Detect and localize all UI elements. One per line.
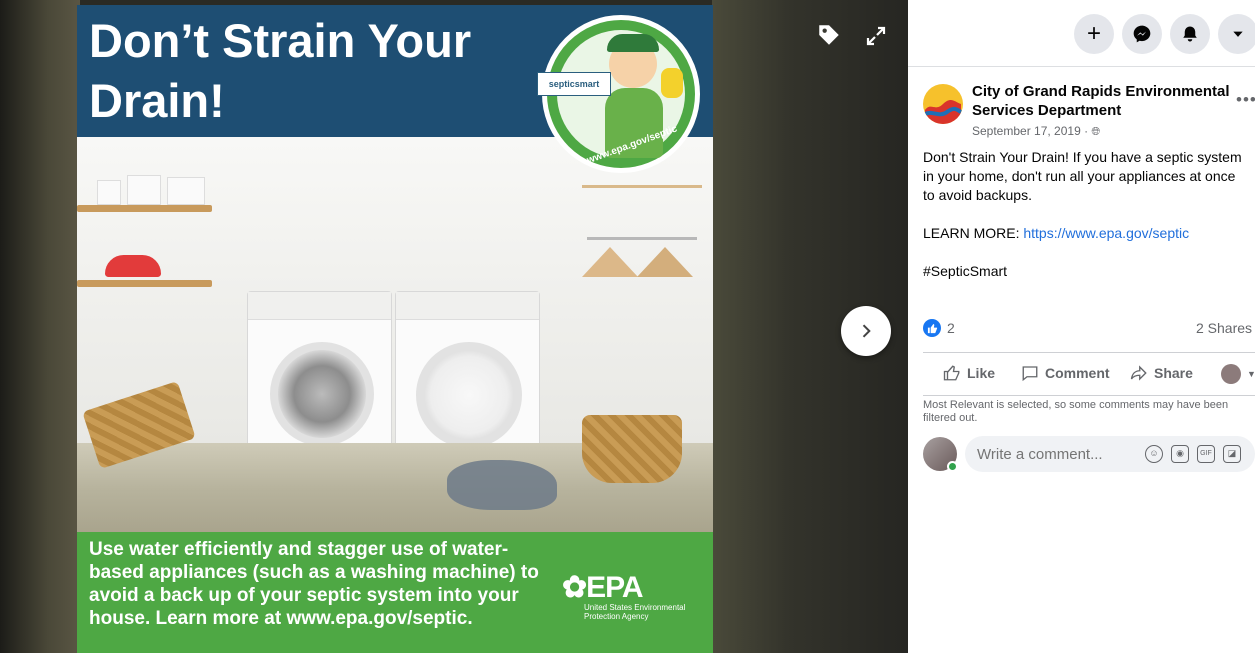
dryer-door xyxy=(416,342,522,448)
next-photo-button[interactable] xyxy=(841,306,891,356)
online-status-dot xyxy=(947,461,958,472)
post-timestamp[interactable]: September 17, 2019 · 🌐︎ xyxy=(972,123,1100,140)
storage-box xyxy=(97,180,121,205)
learn-more-label: LEARN MORE: xyxy=(923,225,1024,241)
caret-down-icon xyxy=(1233,31,1243,37)
page-avatar[interactable] xyxy=(923,84,963,124)
shelf xyxy=(77,205,212,212)
septicsmart-badge: septicsmart www.epa.gov/septic xyxy=(537,15,700,173)
expand-icon[interactable] xyxy=(864,24,888,53)
messenger-icon xyxy=(1133,25,1151,43)
user-avatar-small xyxy=(1221,364,1241,384)
reaction-count[interactable]: 2 xyxy=(947,320,955,336)
user-avatar[interactable] xyxy=(923,437,958,472)
post-photo: Don’t Strain Your Drain! Use water effic… xyxy=(77,5,713,653)
comment-button[interactable]: Comment xyxy=(1021,364,1110,382)
comment-icon xyxy=(1022,366,1038,382)
comment-input[interactable] xyxy=(977,436,1127,472)
like-reaction-icon[interactable] xyxy=(923,319,941,337)
photo-viewer: Don’t Strain Your Drain! Use water effic… xyxy=(0,0,908,653)
account-menu-button[interactable] xyxy=(1218,14,1255,54)
photo-message: Use water efficiently and stagger use of… xyxy=(89,539,539,629)
post-sidebar: + City of Grand Rapids Environmental Ser… xyxy=(908,0,1255,653)
hashtag-link[interactable]: #SepticSmart xyxy=(923,262,1243,281)
dryer-panel xyxy=(396,292,539,320)
create-button[interactable]: + xyxy=(1074,14,1114,54)
chevron-right-icon xyxy=(862,324,871,338)
share-count[interactable]: 2 Shares xyxy=(1196,320,1252,336)
gif-icon[interactable]: GIF xyxy=(1197,445,1215,463)
mascot-cap xyxy=(607,34,659,52)
messenger-button[interactable] xyxy=(1122,14,1162,54)
post-body: Don't Strain Your Drain! If you have a s… xyxy=(923,149,1242,203)
globe-icon: 🌐︎ xyxy=(1091,126,1101,138)
share-icon xyxy=(1130,365,1147,381)
emoji-icon[interactable]: ☺ xyxy=(1145,445,1163,463)
caret-down-icon: ▼ xyxy=(1247,369,1255,379)
epa-flower-icon: ✿ xyxy=(562,571,587,604)
shelf xyxy=(77,280,212,287)
iron-icon xyxy=(105,255,161,277)
notifications-button[interactable] xyxy=(1170,14,1210,54)
photo-headline: Don’t Strain Your Drain! xyxy=(89,14,472,127)
post-text: Don't Strain Your Drain! If you have a s… xyxy=(923,148,1243,300)
storage-box xyxy=(167,177,205,205)
hanger-rail xyxy=(587,237,697,240)
hanger-icon xyxy=(582,247,638,277)
plus-icon: + xyxy=(1086,20,1101,47)
like-label: Like xyxy=(967,365,996,381)
hanger-rail xyxy=(582,185,702,188)
city-logo-icon xyxy=(924,99,962,124)
washer-door xyxy=(270,342,374,446)
floating-clothes xyxy=(447,460,557,510)
header-actions: + xyxy=(1074,14,1255,54)
epa-logo: ✿EPA United States Environmental Protect… xyxy=(562,571,712,622)
mascot-waving-hand xyxy=(661,68,683,98)
learn-more-line: LEARN MORE: https://www.epa.gov/septic xyxy=(923,224,1243,243)
post-actions: Like Comment Share ▼ xyxy=(923,352,1255,396)
hanger-icon xyxy=(637,247,693,277)
share-button[interactable]: Share xyxy=(1130,364,1193,382)
camera-icon[interactable]: ◉ xyxy=(1171,445,1189,463)
post-date[interactable]: September 17, 2019 · xyxy=(972,124,1088,138)
like-button[interactable]: Like xyxy=(943,364,995,382)
badge-ribbon: septicsmart xyxy=(537,72,611,96)
sticker-icon[interactable]: ◪ xyxy=(1223,445,1241,463)
viewer-background-left xyxy=(0,0,80,653)
more-options-icon[interactable]: ••• xyxy=(1236,90,1255,110)
header-divider xyxy=(908,66,1255,67)
share-label: Share xyxy=(1154,365,1193,381)
learn-more-link[interactable]: https://www.epa.gov/septic xyxy=(1023,225,1189,241)
washer-panel xyxy=(248,292,391,320)
storage-box xyxy=(127,175,161,205)
react-as-selector[interactable]: ▼ xyxy=(1221,364,1255,384)
thumbs-up-icon xyxy=(943,365,960,381)
laundry-basket xyxy=(582,415,682,483)
reactions-row: 2 2 Shares xyxy=(923,319,1255,341)
epa-subtitle: United States Environmental Protection A… xyxy=(584,603,686,621)
epa-logo-text: EPA xyxy=(586,571,643,604)
tag-icon[interactable] xyxy=(816,22,842,53)
page-name[interactable]: City of Grand Rapids Environmental Servi… xyxy=(972,82,1234,120)
bell-icon xyxy=(1183,26,1197,42)
comment-label: Comment xyxy=(1045,365,1110,381)
comment-filter-note: Most Relevant is selected, so some comme… xyxy=(923,399,1229,424)
comment-box[interactable]: ☺ ◉ GIF ◪ xyxy=(965,436,1255,472)
